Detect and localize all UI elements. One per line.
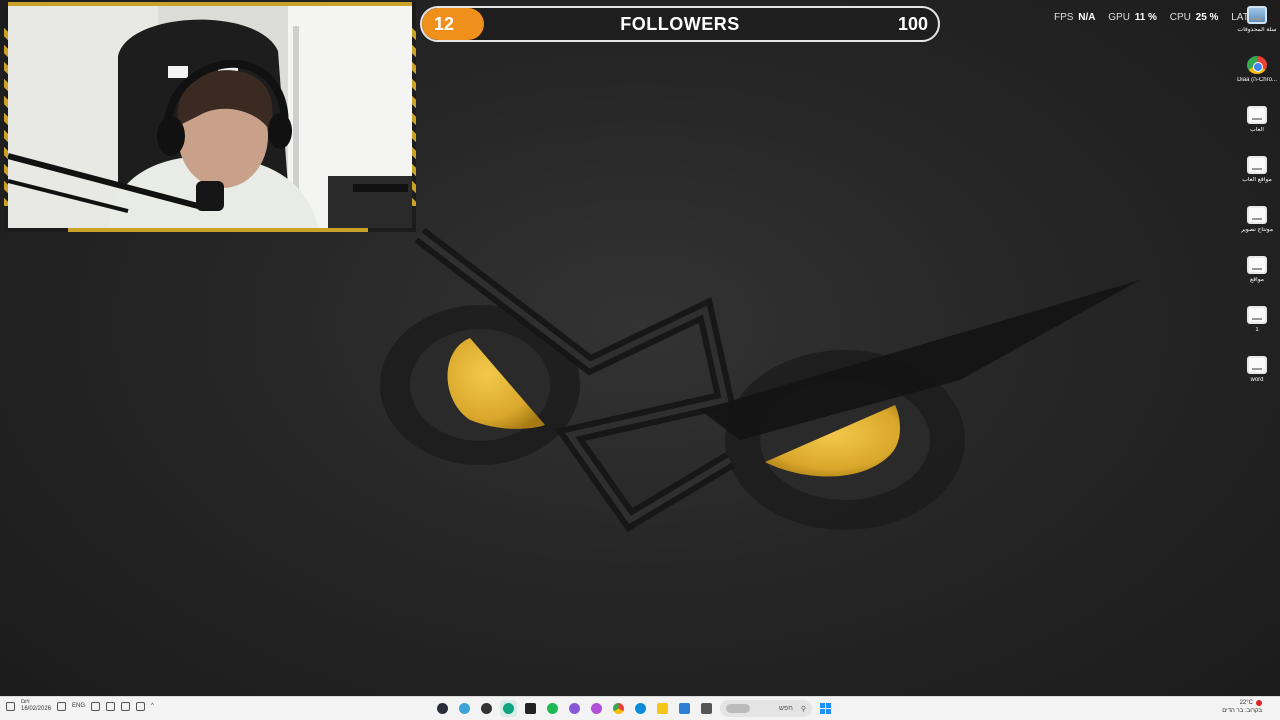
desktop-icon-label: word	[1250, 377, 1264, 383]
taskbar-system-tray: ויום 16/02/2026 ENG ^	[6, 699, 154, 713]
cpu-label: CPU	[1169, 12, 1191, 23]
taskbar-search[interactable]: חפש ⚲	[720, 700, 812, 717]
windows-logo-icon	[826, 703, 831, 708]
taskbar-app-obs[interactable]	[434, 700, 451, 717]
folder-icon	[657, 703, 668, 714]
webcam-frame-stripes	[412, 26, 416, 206]
desktop-icon-chrome-profile[interactable]: Diaa (ה-Chro...	[1234, 52, 1280, 102]
taskbar-app-edge[interactable]	[632, 700, 649, 717]
app-icon	[503, 703, 514, 714]
desktop-icon-label: العاب	[1250, 127, 1264, 133]
performance-overlay: FPS N/A GPU 11 % CPU 25 % LAT	[1054, 12, 1251, 23]
edge-icon	[635, 703, 646, 714]
followers-goal-bar: 12 FOLLOWERS 100	[420, 6, 940, 42]
webcam-frame-stripes	[4, 26, 8, 206]
desktop-icon-recycle-bin[interactable]: سلة المحذوفات	[1234, 2, 1280, 52]
obs-icon	[437, 703, 448, 714]
taskbar: ויום 16/02/2026 ENG ^ חפש ⚲ 22°C בקרוב: …	[0, 696, 1280, 720]
desktop-icon-label: 1	[1255, 327, 1259, 333]
terminal-icon	[525, 703, 536, 714]
notepad-icon	[701, 703, 712, 714]
recycle-bin-icon	[1247, 6, 1267, 24]
followers-title: FOLLOWERS	[620, 14, 740, 34]
app-icon	[459, 703, 470, 714]
desktop-icon-word[interactable]: word	[1234, 352, 1280, 402]
folder-icon	[1247, 256, 1267, 274]
taskbar-app-store[interactable]	[676, 700, 693, 717]
taskbar-app-chatgpt[interactable]	[456, 700, 473, 717]
taskbar-clock[interactable]: ויום 16/02/2026	[21, 699, 51, 713]
windows-logo-icon	[820, 703, 825, 708]
webcam-frame-accent	[68, 228, 368, 232]
folder-icon	[1247, 356, 1267, 374]
chevron-up-icon[interactable]: ^	[151, 703, 154, 709]
desktop-icon-label: Diaa (ה-Chro...	[1237, 77, 1277, 83]
search-icon: ⚲	[800, 705, 806, 713]
weather-description: בקרוב: בר הדים	[1222, 708, 1262, 714]
taskbar-app-explorer[interactable]	[654, 700, 671, 717]
desktop-icon-sites[interactable]: مواقع	[1234, 252, 1280, 302]
start-button[interactable]	[817, 700, 834, 717]
taskbar-app-spotify[interactable]	[544, 700, 561, 717]
taskbar-app-photos[interactable]	[588, 700, 605, 717]
taskbar-app-teams[interactable]	[566, 700, 583, 717]
taskbar-apps: חפש ⚲	[434, 700, 834, 717]
spotify-icon	[547, 703, 558, 714]
desktop-icon-label: مواقع	[1249, 277, 1265, 283]
app-icon	[481, 703, 492, 714]
gpu-label: GPU	[1108, 12, 1130, 23]
desktop-icon-1[interactable]: 1	[1234, 302, 1280, 352]
taskbar-app-notepad[interactable]	[698, 700, 715, 717]
desktop-icon-games[interactable]: العاب	[1234, 102, 1280, 152]
clock-date: 16/02/2026	[21, 706, 52, 712]
folder-icon	[1247, 156, 1267, 174]
notification-icon[interactable]	[6, 701, 15, 711]
gpu-value: 11 %	[1134, 12, 1157, 23]
webcam-frame-accent	[8, 2, 412, 6]
chrome-icon	[1247, 56, 1267, 74]
weather-temp: 22°C	[1239, 700, 1253, 706]
store-icon	[679, 703, 690, 714]
taskbar-app-copilot[interactable]	[478, 700, 495, 717]
desktop-icon-label: مونتاج تصوير	[1240, 227, 1274, 233]
app-icon	[569, 703, 580, 714]
taskbar-weather[interactable]: 22°C בקרוב: בר הדים	[1222, 699, 1262, 715]
webcam-image	[8, 6, 412, 228]
desktop-icons: سلة المحذوفات Diaa (ה-Chro... العاب مواق…	[1234, 2, 1280, 402]
tray-app-icon[interactable]	[121, 701, 131, 711]
webcam-feed	[4, 2, 416, 232]
folder-icon	[1247, 306, 1267, 324]
tray-app-icon[interactable]	[136, 701, 146, 711]
cpu-value: 25 %	[1195, 12, 1219, 23]
clock-time: ויום	[21, 699, 30, 705]
windows-logo-icon	[826, 709, 831, 714]
volume-icon[interactable]	[57, 701, 67, 711]
fps-label: FPS	[1054, 12, 1074, 23]
chrome-icon	[613, 703, 624, 714]
windows-logo-icon	[820, 709, 825, 714]
microphone-icon[interactable]	[91, 701, 101, 711]
desktop-icon-video-editing[interactable]: مونتاج تصوير	[1234, 202, 1280, 252]
taskbar-app-terminal[interactable]	[522, 700, 539, 717]
desktop-icon-game-sites[interactable]: مواقع العاب	[1234, 152, 1280, 202]
wifi-icon[interactable]	[106, 701, 116, 711]
search-placeholder: חפש	[778, 705, 793, 712]
taskbar-app-edge-green[interactable]	[500, 700, 517, 717]
fps-value: N/A	[1078, 12, 1096, 23]
followers-goal-count: 100	[897, 14, 928, 34]
search-highlight-icon	[726, 704, 750, 713]
taskbar-app-chrome[interactable]	[610, 700, 627, 717]
language-indicator[interactable]: ENG	[72, 703, 85, 709]
desktop-icon-label: سلة المحذوفات	[1237, 27, 1277, 33]
folder-icon	[1247, 106, 1267, 124]
desktop-icon-label: مواقع العاب	[1242, 177, 1272, 183]
app-icon	[591, 703, 602, 714]
folder-icon	[1247, 206, 1267, 224]
weather-icon	[1256, 700, 1262, 706]
